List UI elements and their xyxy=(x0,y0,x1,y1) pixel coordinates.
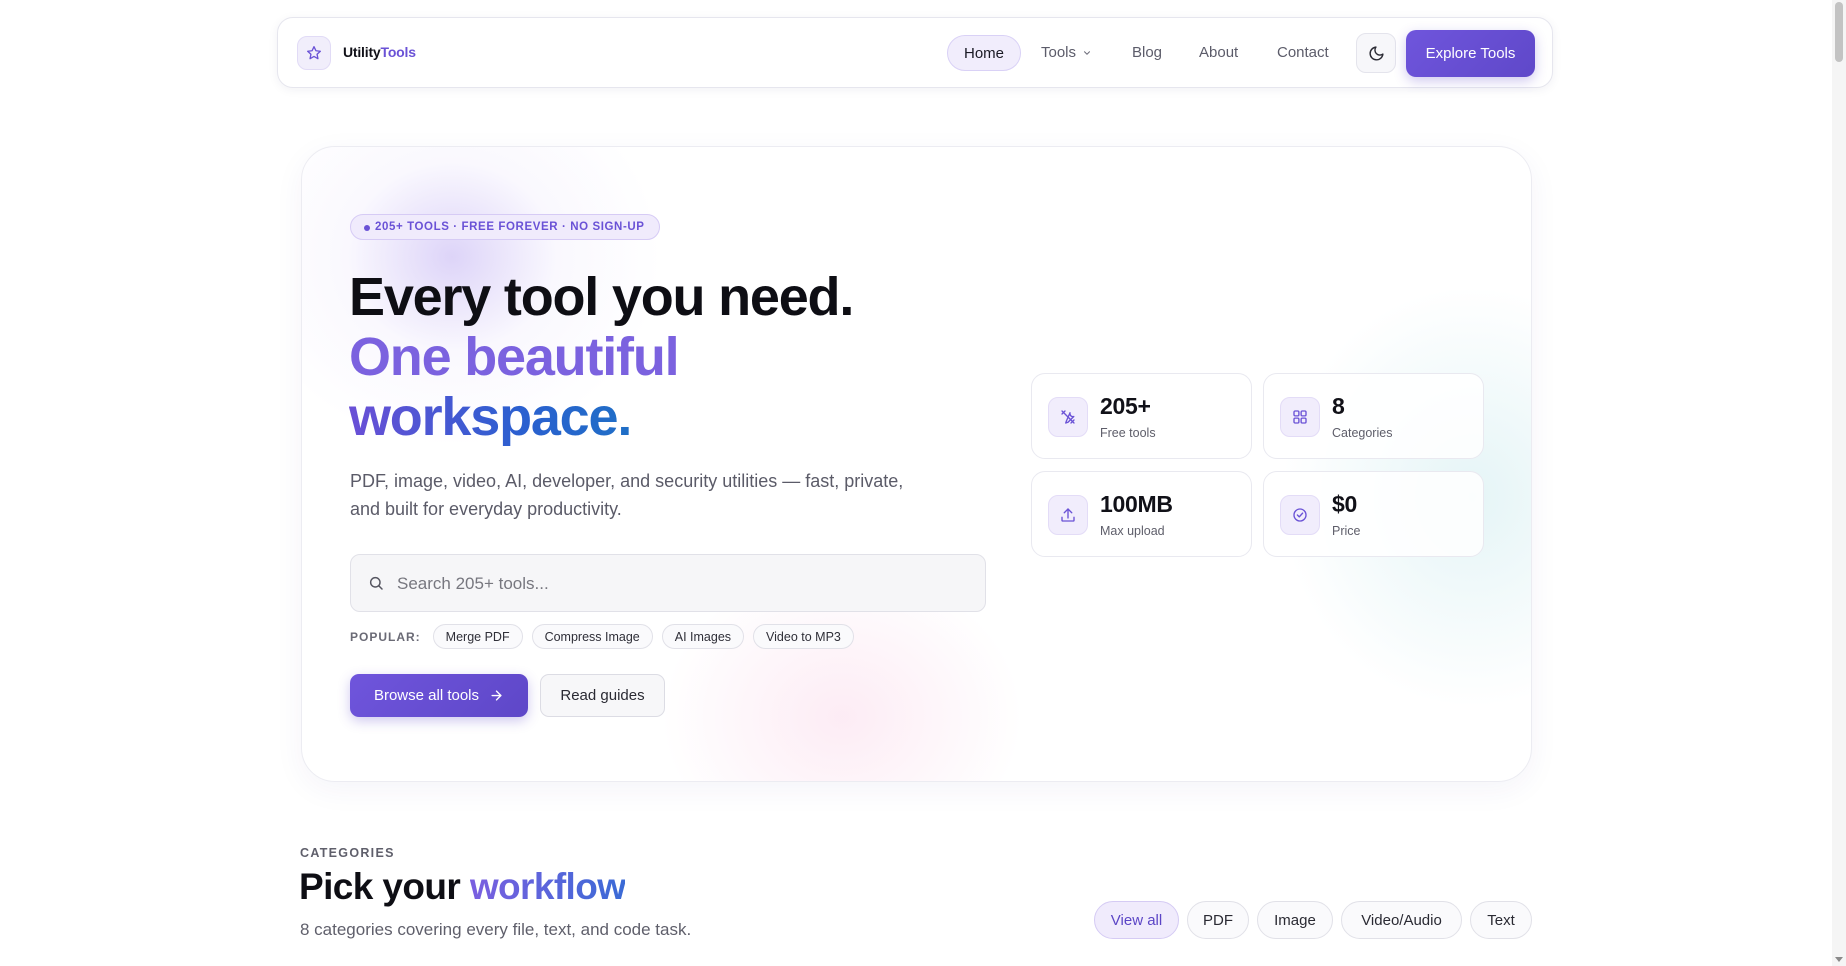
moon-icon xyxy=(1369,45,1384,60)
hero-badge: 205+ TOOLS · FREE FOREVER · NO SIGN-UP xyxy=(350,214,660,240)
page-scrollbar[interactable] xyxy=(1832,0,1846,966)
hero-subtitle: PDF, image, video, AI, developer, and se… xyxy=(350,471,904,519)
page: UtilityTools Home Tools Blog About Conta… xyxy=(0,0,1846,966)
upload-icon xyxy=(1048,495,1088,535)
chevron-down-icon xyxy=(1084,50,1091,55)
brand-bold: Utility xyxy=(343,44,381,60)
filter-text[interactable]: Text xyxy=(1470,901,1532,939)
explore-tools-button[interactable]: Explore Tools xyxy=(1406,30,1535,77)
hero-headline-line3: workspace. xyxy=(349,387,632,447)
stat-label-categories: Categories xyxy=(1332,426,1393,440)
badge-dot xyxy=(364,225,370,231)
categories-title-accent: workflow xyxy=(469,866,626,907)
nav-blog-link[interactable]: Blog xyxy=(1132,44,1162,61)
hero-headline-line2: One beautiful xyxy=(349,327,680,387)
nav-home-link[interactable]: Home xyxy=(947,35,1021,71)
popular-chip-merge-pdf[interactable]: Merge PDF xyxy=(432,624,523,649)
nav-tools-label: Tools xyxy=(1041,44,1077,61)
stat-card-categories: 8 Categories xyxy=(1263,373,1484,459)
brand-accent: Tools xyxy=(380,44,416,60)
arrow-right-icon xyxy=(491,690,502,701)
filter-view-all[interactable]: View all xyxy=(1094,901,1179,939)
categories-title: Pick your workflow xyxy=(299,866,626,908)
popular-chip-video-to-mp3[interactable]: Video to MP3 xyxy=(753,624,854,649)
navbar: UtilityTools Home Tools Blog About Conta… xyxy=(277,17,1553,88)
tool-search-box[interactable] xyxy=(350,554,986,613)
nav-about-link[interactable]: About xyxy=(1199,44,1238,61)
hero-headline-line1: Every tool you need. xyxy=(349,267,854,327)
stat-value-price: $0 xyxy=(1332,491,1357,517)
browse-all-tools-button[interactable]: Browse all tools xyxy=(350,674,528,717)
popular-label: POPULAR: xyxy=(350,629,421,644)
grid-icon xyxy=(1280,397,1320,437)
popular-tools: POPULAR: Merge PDF Compress Image AI Ima… xyxy=(350,624,854,649)
scrollbar-thumb[interactable] xyxy=(1835,2,1843,62)
stat-value-upload: 100MB xyxy=(1100,491,1173,517)
theme-toggle-button[interactable] xyxy=(1356,33,1396,73)
stat-label-upload: Max upload xyxy=(1100,524,1165,538)
hero-card: 205+ TOOLS · FREE FOREVER · NO SIGN-UP E… xyxy=(301,146,1532,782)
hero-badge-text: 205+ TOOLS · FREE FOREVER · NO SIGN-UP xyxy=(375,221,645,233)
search-icon xyxy=(369,576,383,590)
stat-value-categories: 8 xyxy=(1332,393,1345,419)
popular-chip-ai-images[interactable]: AI Images xyxy=(661,624,745,649)
search-input[interactable] xyxy=(395,555,959,613)
brand-name[interactable]: UtilityTools xyxy=(343,44,416,60)
popular-chip-compress-image[interactable]: Compress Image xyxy=(531,624,653,649)
stat-card-tools: 205+ Free tools xyxy=(1031,373,1252,459)
filter-image[interactable]: Image xyxy=(1257,901,1333,939)
stat-value-tools: 205+ xyxy=(1100,393,1151,419)
filter-video-audio[interactable]: Video/Audio xyxy=(1341,901,1462,939)
browse-all-tools-label: Browse all tools xyxy=(373,687,480,704)
filter-pdf[interactable]: PDF xyxy=(1187,901,1249,939)
stat-label-price: Price xyxy=(1332,524,1361,538)
categories-title-plain: Pick your xyxy=(299,866,470,907)
categories-subtitle: 8 categories covering every file, text, … xyxy=(300,920,692,939)
check-circle-icon xyxy=(1280,495,1320,535)
read-guides-button[interactable]: Read guides xyxy=(540,674,665,717)
scroll-down-arrow-icon[interactable] xyxy=(1835,957,1843,962)
nav-contact-link[interactable]: Contact xyxy=(1277,44,1329,61)
stat-card-price: $0 Price xyxy=(1263,471,1484,557)
tools-icon xyxy=(1048,397,1088,437)
nav-tools-dropdown[interactable]: Tools xyxy=(1041,44,1092,61)
stat-card-upload: 100MB Max upload xyxy=(1031,471,1252,557)
logo-star-icon[interactable] xyxy=(297,36,331,70)
stat-label-tools: Free tools xyxy=(1100,426,1156,440)
categories-eyebrow: CATEGORIES xyxy=(300,846,395,860)
